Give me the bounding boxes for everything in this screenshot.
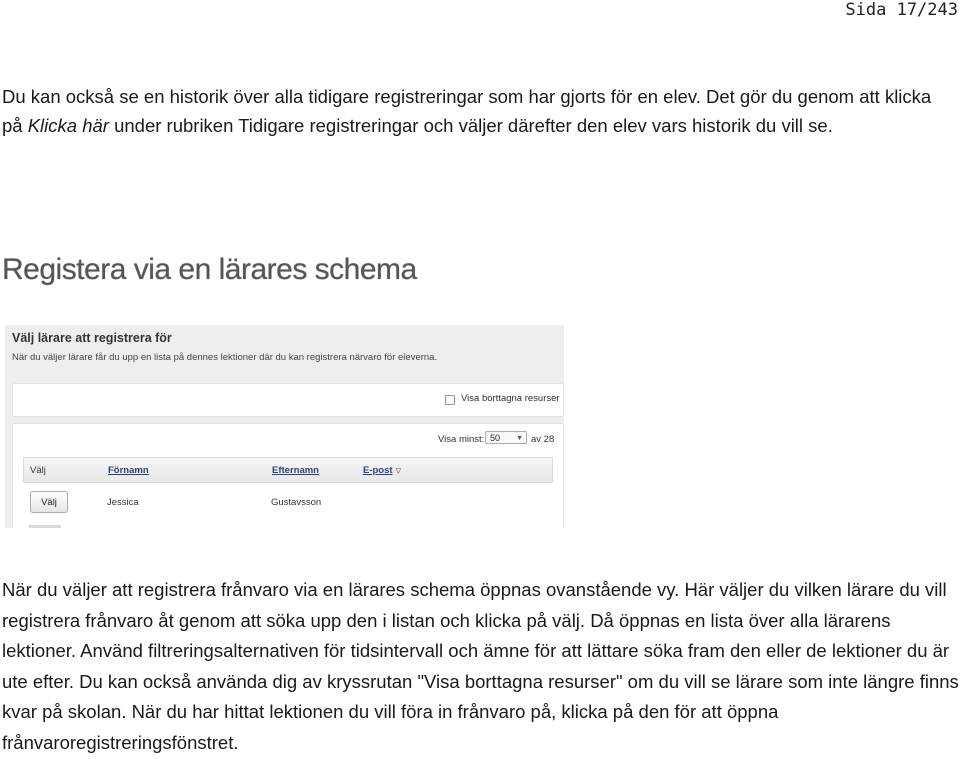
show-removed-label: Visa borttagna resurser (461, 393, 560, 404)
intro-text-end: under rubriken Tidigare registreringar o… (108, 115, 833, 136)
column-header-fornamn[interactable]: Förnamn (108, 465, 149, 476)
table-row: Välj Jessica Gustavsson (23, 483, 553, 517)
column-header-epost-label: E-post (363, 465, 393, 476)
show-min-label: Visa minst: (438, 434, 485, 445)
result-count: av 28 (531, 434, 555, 445)
column-header-valj: Välj (30, 465, 46, 476)
section-heading: Registera via en lärares schema (2, 253, 417, 286)
valj-button[interactable]: Välj (30, 491, 68, 513)
show-removed-checkbox[interactable] (445, 395, 455, 405)
teacher-list-panel: Visa minst: 50 ▼ av 28 Välj Förnamn Efte… (12, 423, 564, 528)
column-header-epost[interactable]: E-post ▽ (363, 465, 401, 476)
column-header-efternamn[interactable]: Efternamn (272, 465, 319, 476)
screenshot-title: Välj lärare att registrera för (12, 331, 172, 345)
last-name-cell: Gustavsson (271, 497, 322, 508)
embedded-screenshot: Välj lärare att registrera för När du vä… (5, 325, 564, 528)
page-number: Sida 17/243 (845, 0, 958, 20)
filter-panel: Visa borttagna resurser (12, 383, 564, 417)
chevron-down-icon: ▼ (516, 435, 523, 442)
body-paragraph: När du väljer att registrera frånvaro vi… (2, 579, 959, 753)
klicka-har-link: Klicka här (27, 115, 109, 136)
table-header: Välj Förnamn Efternamn E-post ▽ (23, 457, 553, 483)
intro-paragraph: Du kan också se en historik över alla ti… (2, 82, 952, 140)
sort-arrow-icon: ▽ (395, 468, 401, 475)
next-row-edge (29, 525, 61, 528)
show-min-value: 50 (490, 433, 501, 443)
first-name-cell: Jessica (107, 497, 139, 508)
show-min-select[interactable]: 50 ▼ (485, 431, 527, 444)
screenshot-subtitle: När du väljer lärare får du upp en lista… (12, 352, 438, 363)
